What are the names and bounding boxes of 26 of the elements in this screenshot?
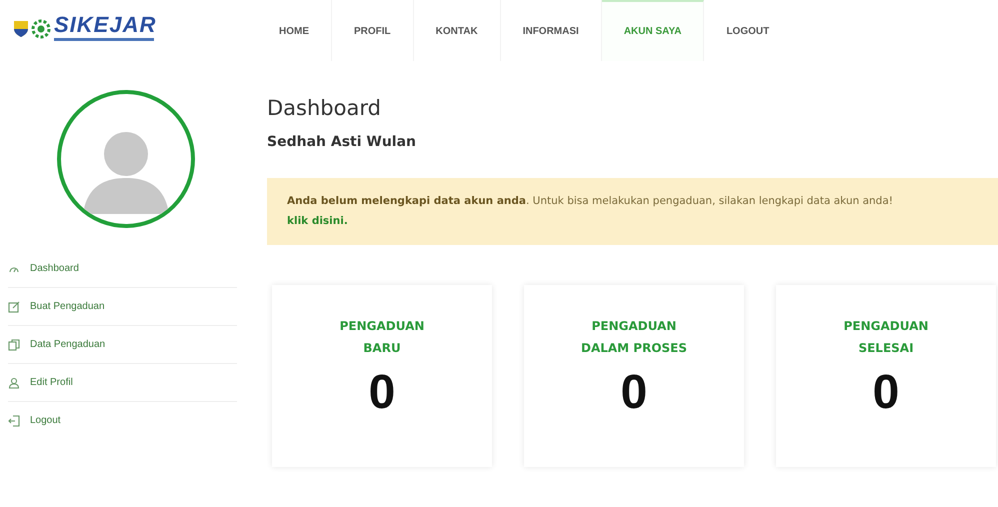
nav-tab[interactable]: KONTAK: [414, 0, 501, 61]
alert-message: Anda belum melengkapi data akun anda. Untuk bisa melakukan pengaduan, silakan lengkapi data akun anda!: [287, 194, 893, 209]
copy-icon: [8, 338, 20, 350]
nav-tab[interactable]: AKUN SAYA: [602, 0, 704, 61]
sidebar-item[interactable]: Dashboard: [8, 250, 237, 288]
stat-value: 0: [620, 365, 648, 420]
sidebar-item[interactable]: Logout: [8, 402, 237, 439]
stat-value: 0: [872, 365, 900, 420]
alert-link[interactable]: klik disini.: [287, 211, 348, 231]
stat-label: PENGADUAN BARU: [340, 318, 424, 357]
stat-label: PENGADUAN SELESAI: [844, 318, 928, 357]
user-name: Sedhah Asti Wulan: [267, 134, 418, 150]
nav-tab[interactable]: PROFIL: [332, 0, 414, 61]
nav-tab[interactable]: LOGOUT: [704, 0, 792, 61]
sidebar-item[interactable]: Edit Profil: [8, 364, 237, 402]
logo-wordmark: SIKEJAR: [54, 14, 156, 36]
logo-emblem-icon: [12, 16, 52, 38]
sidebar-item[interactable]: Buat Pengaduan: [8, 288, 237, 326]
nav-tab[interactable]: HOME: [257, 0, 332, 61]
sidebar-item[interactable]: Data Pengaduan: [8, 326, 237, 364]
stat-label: PENGADUAN DALAM PROSES: [580, 318, 688, 357]
stat-value: 0: [368, 365, 396, 420]
page-title: Dashboard: [267, 96, 382, 120]
user-icon: [8, 376, 20, 388]
edit-icon: [8, 300, 20, 312]
logout-icon: [8, 414, 20, 426]
